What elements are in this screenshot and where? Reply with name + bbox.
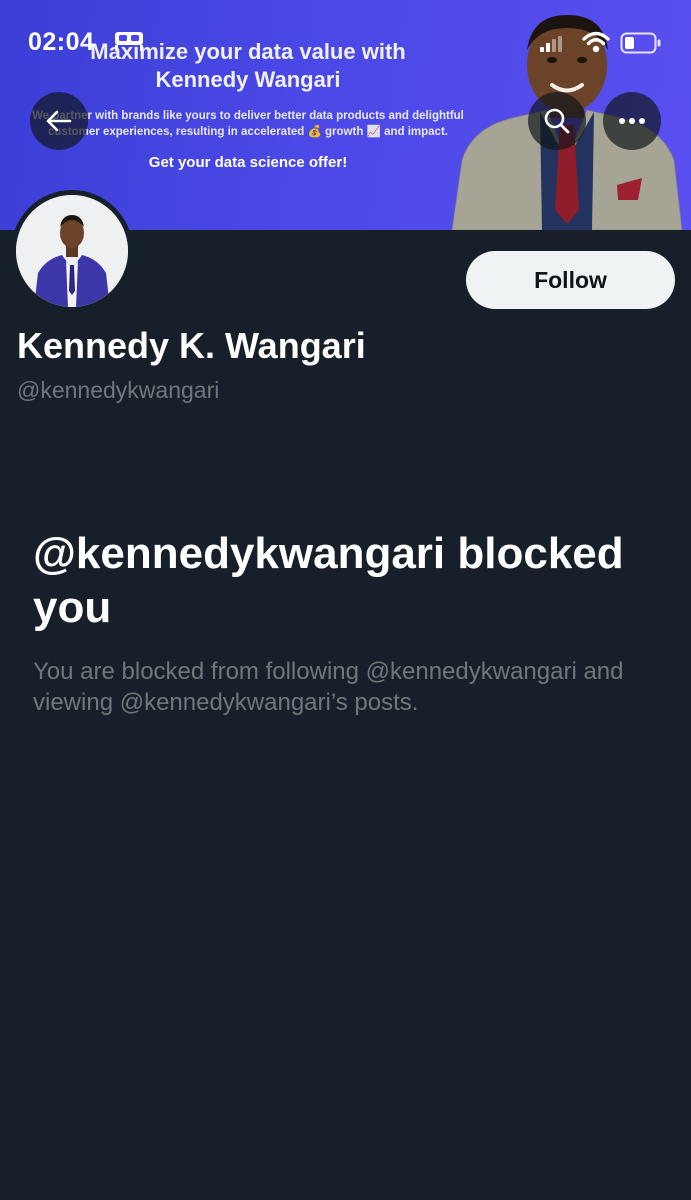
battery-icon: [620, 32, 661, 54]
status-time: 02:04: [28, 28, 95, 56]
arrow-left-icon: [46, 110, 72, 132]
avatar-person-illustration: [16, 195, 128, 307]
banner-cta: Get your data science offer!: [148, 154, 348, 171]
more-horizontal-icon: [619, 118, 645, 124]
profile-avatar[interactable]: [11, 190, 133, 312]
wifi-icon: [582, 31, 610, 53]
back-button[interactable]: [30, 92, 88, 150]
search-icon: [544, 108, 570, 134]
status-bar: 02:04: [0, 0, 691, 80]
more-options-button[interactable]: [603, 92, 661, 150]
avatar-photo: [16, 195, 128, 307]
follow-button[interactable]: Follow: [466, 251, 675, 309]
blocked-title: @kennedykwangari blocked you: [33, 529, 624, 632]
profile-handle: @kennedykwangari: [17, 377, 220, 403]
banner-body: We partner with brands like yours to del…: [32, 110, 464, 138]
profile-display-name: Kennedy K. Wangari: [17, 325, 366, 366]
blocked-description: You are blocked from following @kennedyk…: [33, 658, 624, 716]
search-button[interactable]: [528, 92, 586, 150]
cellular-signal-icon: [540, 36, 562, 52]
bed-icon: [115, 32, 143, 51]
